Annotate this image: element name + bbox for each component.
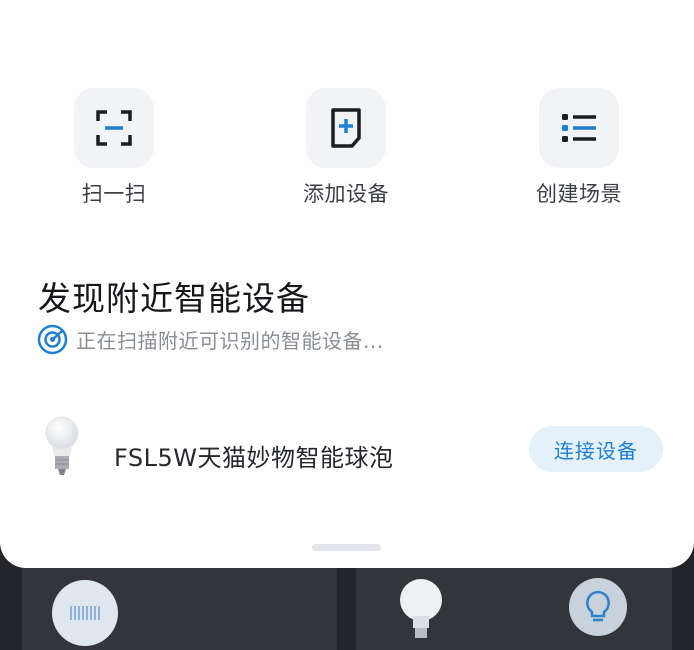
add-device-label: 添加设备 [303, 182, 389, 206]
scan-status: 正在扫描附近可识别的智能设备... [37, 324, 384, 355]
scan-status-text: 正在扫描附近可识别的智能设备... [76, 329, 384, 353]
scan-label: 扫一扫 [81, 182, 147, 206]
connect-device-button[interactable]: 连接设备 [529, 426, 663, 472]
add-device-tile[interactable] [306, 88, 386, 168]
bulb-control-icon[interactable] [569, 578, 627, 636]
scan-button[interactable]: 扫一扫 [34, 88, 194, 208]
list-item[interactable]: FSL5W天猫妙物智能球泡 连接设备 [0, 414, 694, 488]
discover-title: 发现附近智能设备 [38, 279, 310, 318]
create-scene-button[interactable]: 创建场景 [499, 88, 659, 208]
add-sheet: 扫一扫 添加设备 创建场景 发现附近智能设备 正在扫描附近可识别的智能设备...… [0, 0, 694, 568]
scan-tile[interactable] [74, 88, 154, 168]
speaker-icon [52, 580, 118, 646]
radar-icon [37, 324, 68, 355]
scan-icon [96, 110, 132, 146]
create-scene-tile[interactable] [539, 88, 619, 168]
list-icon [562, 114, 596, 142]
add-device-icon [331, 108, 361, 148]
sheet-drag-handle[interactable] [312, 544, 381, 551]
create-scene-label: 创建场景 [536, 182, 622, 206]
add-device-button[interactable]: 添加设备 [266, 88, 426, 208]
light-bulb-icon [398, 578, 444, 645]
device-name: FSL5W天猫妙物智能球泡 [114, 444, 394, 472]
light-bulb-icon [44, 416, 80, 482]
